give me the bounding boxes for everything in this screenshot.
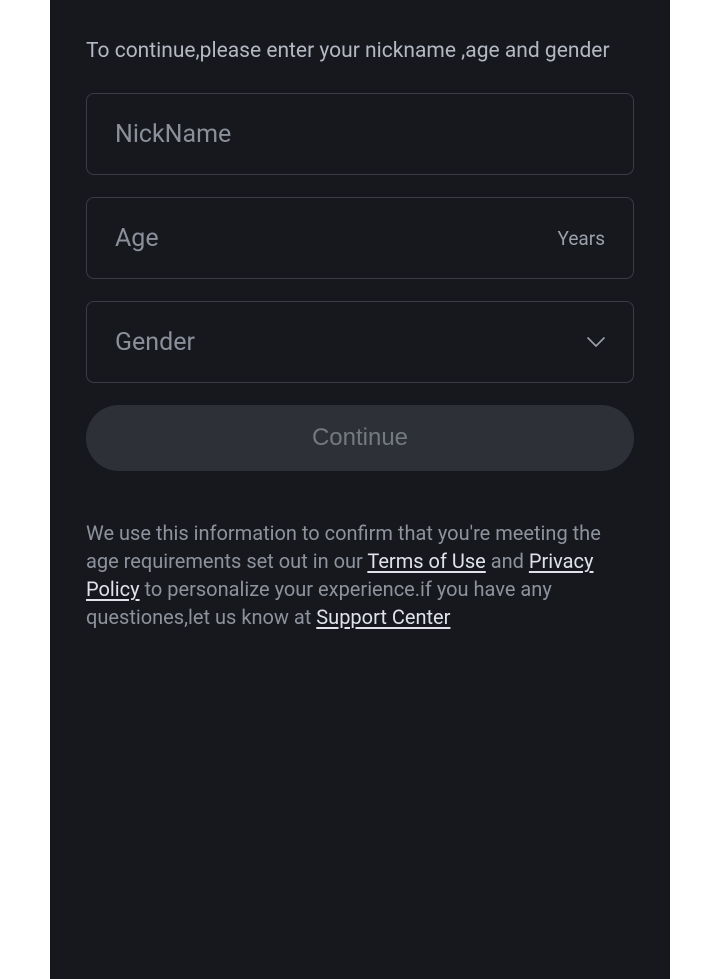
chevron-down-icon [587,337,605,347]
gender-placeholder: Gender [115,328,195,357]
age-placeholder: Age [115,224,159,253]
onboarding-form: To continue,please enter your nickname ,… [50,0,670,979]
nickname-placeholder: NickName [115,120,231,149]
age-suffix: Years [558,227,605,250]
nickname-field[interactable]: NickName [86,93,634,175]
gender-field[interactable]: Gender [86,301,634,383]
age-field[interactable]: Age Years [86,197,634,279]
instruction-text: To continue,please enter your nickname ,… [86,38,634,65]
continue-button[interactable]: Continue [86,405,634,471]
disclaimer-text: We use this information to confirm that … [86,519,634,631]
support-center-link[interactable]: Support Center [316,605,450,629]
disclaimer-part2: and [486,549,529,573]
terms-of-use-link[interactable]: Terms of Use [367,549,485,573]
